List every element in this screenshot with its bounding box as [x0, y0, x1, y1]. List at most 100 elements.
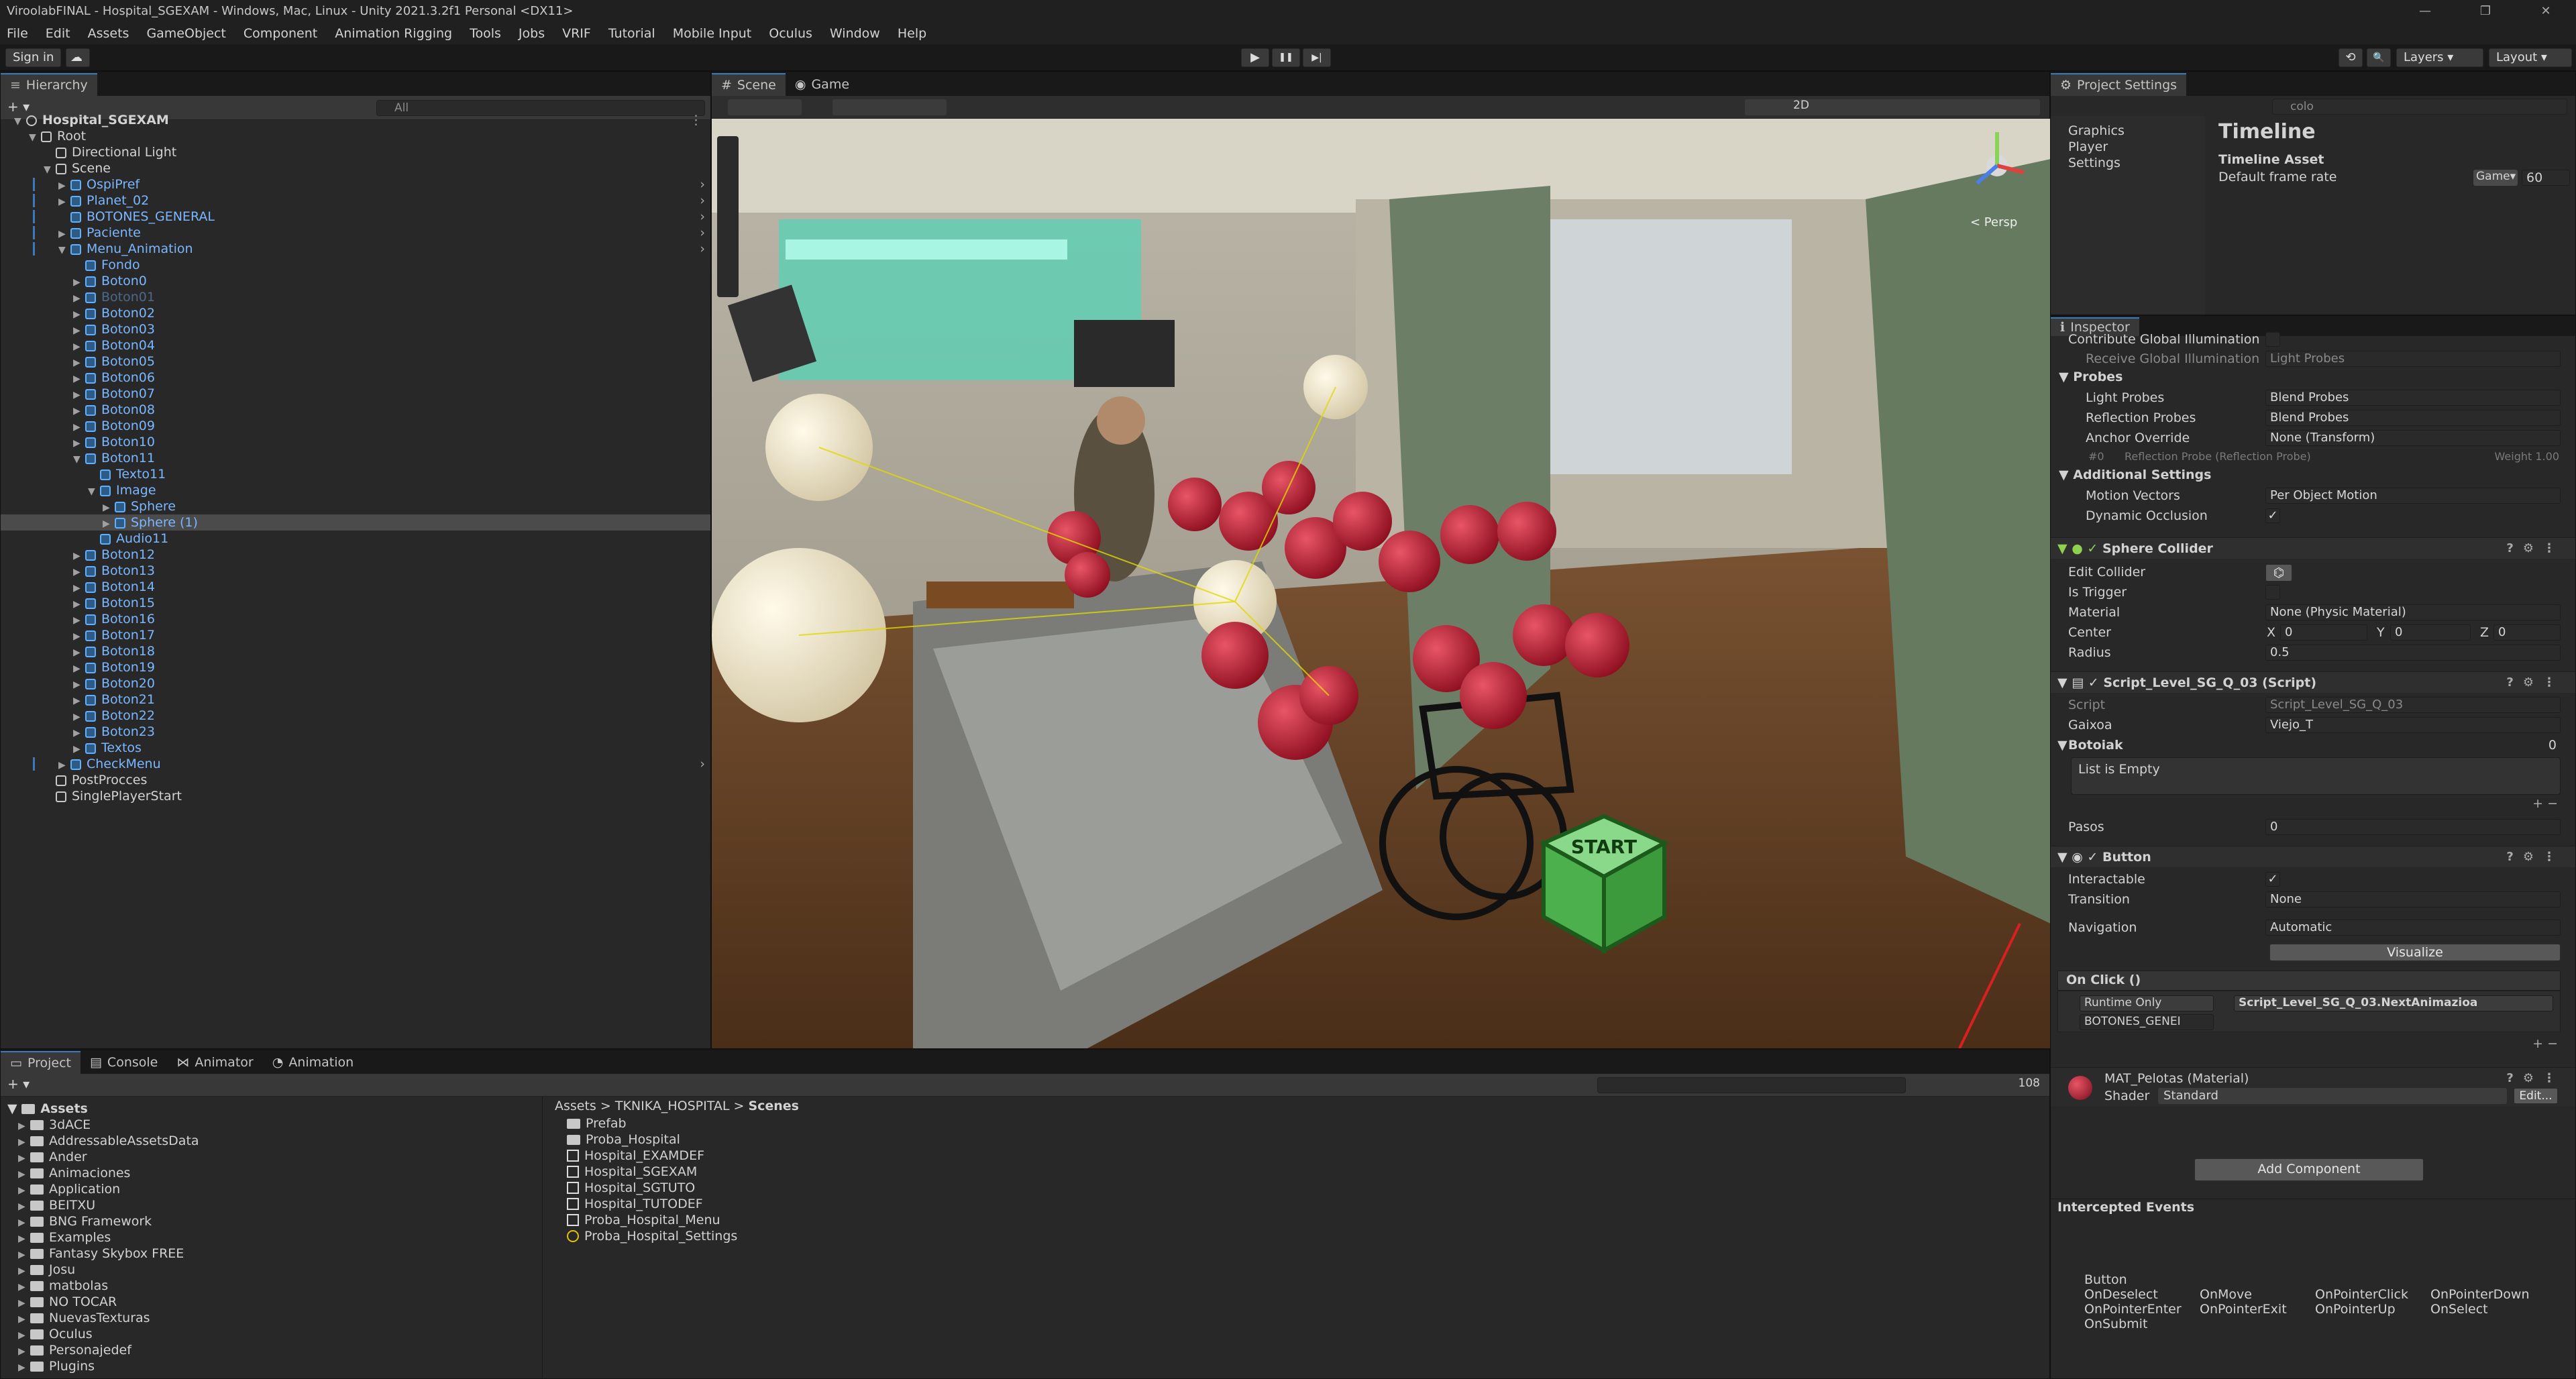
draw-mode-dropdown[interactable]	[728, 99, 802, 115]
tab-animation[interactable]: ◔ Animation	[263, 1051, 363, 1074]
layout-dropdown[interactable]: Layout ▾	[2489, 48, 2572, 67]
sphere-collider-header[interactable]: ▼ ● ✓ Sphere Collider ?⚙⋮	[2051, 537, 2575, 559]
foldout-arrow-icon[interactable]: ▶	[73, 403, 85, 419]
foldout-arrow-icon[interactable]: ▶	[73, 274, 85, 290]
foldout-arrow-icon[interactable]: ▶	[73, 741, 85, 757]
asset-folder[interactable]: ▶ BEITXU	[18, 1197, 95, 1213]
create-asset-dropdown[interactable]: + ▾	[7, 1076, 30, 1092]
2d-toggle[interactable]: 2D	[1793, 99, 1809, 112]
foldout-arrow-icon[interactable]: ▶	[73, 709, 85, 725]
foldout-arrow-icon[interactable]: ▶	[73, 645, 85, 661]
foldout-arrow-icon[interactable]: ▶	[73, 628, 85, 645]
function-dropdown[interactable]: Script_Level_SG_Q_03.NextAnimazioa	[2234, 995, 2553, 1011]
hierarchy-item[interactable]: ▶ Boton04	[1, 337, 710, 353]
button-menu-icon[interactable]: ?⚙⋮	[2506, 846, 2565, 868]
hierarchy-item[interactable]: ▶ Boton09	[1, 418, 710, 434]
menu-item-vrif[interactable]: VRIF	[562, 23, 591, 44]
foldout-arrow-icon[interactable]: ▶	[18, 1150, 30, 1166]
foldout-arrow-icon[interactable]: ▼	[29, 129, 41, 146]
shader-edit-button[interactable]: Edit...	[2514, 1088, 2558, 1104]
foldout-arrow-icon[interactable]: ▶	[18, 1134, 30, 1150]
onclick-add-remove[interactable]: + −	[2532, 1036, 2558, 1051]
breadcrumb-scenes[interactable]: Scenes	[748, 1099, 799, 1113]
hierarchy-item[interactable]: ▶ Boton03	[1, 321, 710, 337]
foldout-arrow-icon[interactable]: ▼	[88, 484, 100, 500]
foldout-arrow-icon[interactable]: ▶	[18, 1263, 30, 1279]
menu-item-mobile-input[interactable]: Mobile Input	[673, 23, 752, 44]
minimize-button[interactable]: —	[2395, 0, 2455, 23]
center-y-input[interactable]: 0	[2390, 624, 2471, 641]
hierarchy-item[interactable]: ▼ Scene	[1, 160, 710, 176]
motion-vectors-dropdown[interactable]: Per Object Motion	[2265, 488, 2561, 504]
asset-folder[interactable]: ▶ Josu	[18, 1262, 75, 1278]
scene-view-options[interactable]	[1745, 99, 2040, 115]
asset-folder[interactable]: ▶ 3dACE	[18, 1117, 91, 1133]
hierarchy-item[interactable]: ▶ Boton0	[1, 273, 710, 289]
menu-item-help[interactable]: Help	[898, 23, 926, 44]
foldout-arrow-icon[interactable]: ▶	[58, 178, 70, 194]
material-menu-icon[interactable]: ?⚙⋮	[2506, 1068, 2565, 1089]
script-menu-icon[interactable]: ?⚙⋮	[2506, 672, 2565, 694]
hierarchy-item[interactable]: Texto11	[1, 466, 710, 482]
hierarchy-item[interactable]: ▶ CheckMenu ›	[1, 756, 710, 772]
hierarchy-item[interactable]: ▶ Boton10	[1, 434, 710, 450]
runtime-dropdown[interactable]: Runtime Only	[2080, 995, 2214, 1011]
scene-menu-icon[interactable]: ⋮	[690, 112, 702, 128]
menu-item-tutorial[interactable]: Tutorial	[608, 23, 655, 44]
prefab-open-icon[interactable]: ›	[700, 241, 705, 257]
button-component-header[interactable]: ▼ ◉ ✓ Button ?⚙⋮	[2051, 846, 2575, 867]
asset-file[interactable]: Prefab	[567, 1115, 627, 1132]
asset-folder[interactable]: ▶ Ander	[18, 1149, 87, 1165]
foldout-arrow-icon[interactable]: ▶	[73, 419, 85, 435]
hierarchy-item[interactable]: ▶ Boton07	[1, 386, 710, 402]
foldout-arrow-icon[interactable]: ▶	[73, 596, 85, 612]
hierarchy-item[interactable]: ▶ Boton23	[1, 724, 710, 740]
prefab-open-icon[interactable]: ›	[700, 756, 705, 772]
foldout-arrow-icon[interactable]: ▶	[73, 371, 85, 387]
foldout-arrow-icon[interactable]: ▶	[18, 1311, 30, 1327]
frame-rate-input[interactable]: 60	[2522, 170, 2570, 186]
hierarchy-item[interactable]: BOTONES_GENERAL ›	[1, 209, 710, 225]
foldout-arrow-icon[interactable]: ▶	[18, 1247, 30, 1263]
navigation-dropdown[interactable]: Automatic	[2265, 920, 2561, 936]
hierarchy-item[interactable]: SinglePlayerStart	[1, 788, 710, 804]
project-search-input[interactable]	[1597, 1077, 1906, 1093]
hierarchy-item[interactable]: ▶ Boton22	[1, 708, 710, 724]
dynamic-occlusion-checkbox[interactable]: ✓	[2265, 508, 2280, 523]
hierarchy-item[interactable]: ▶ Sphere (1)	[1, 514, 710, 531]
hierarchy-item[interactable]: ▶ Boton05	[1, 353, 710, 370]
reflection-probes-dropdown[interactable]: Blend Probes	[2265, 410, 2561, 426]
hierarchy-item[interactable]: Fondo	[1, 257, 710, 273]
foldout-arrow-icon[interactable]: ▶	[58, 194, 70, 210]
asset-folder[interactable]: ▶ Application	[18, 1181, 120, 1197]
hierarchy-item[interactable]: ▶ Sphere	[1, 498, 710, 514]
hierarchy-item[interactable]: ▶ Planet_02 ›	[1, 192, 710, 209]
script-component-header[interactable]: ▼ ▤ ✓ Script_Level_SG_Q_03 (Script) ?⚙⋮	[2051, 671, 2575, 693]
foldout-arrow-icon[interactable]: ▼	[58, 242, 70, 258]
foldout-arrow-icon[interactable]: ▶	[58, 757, 70, 773]
hierarchy-item[interactable]: ▶ Boton13	[1, 563, 710, 579]
asset-folder[interactable]: ▶ Plugins	[18, 1358, 95, 1374]
foldout-arrow-icon[interactable]: ▼	[73, 451, 85, 467]
foldout-arrow-icon[interactable]: ▶	[18, 1118, 30, 1134]
asset-file[interactable]: Hospital_SGEXAM	[567, 1164, 697, 1180]
tab-hierarchy[interactable]: ≡ Hierarchy	[1, 73, 97, 96]
asset-file[interactable]: Hospital_SGTUTO	[567, 1180, 695, 1196]
component-menu-icon[interactable]: ?⚙⋮	[2506, 538, 2565, 559]
prefab-open-icon[interactable]: ›	[700, 209, 705, 225]
foldout-arrow-icon[interactable]: ▶	[18, 1199, 30, 1215]
foldout-arrow-icon[interactable]: ▶	[18, 1360, 30, 1376]
settings-search-input[interactable]: colo	[2272, 99, 2567, 115]
foldout-arrow-icon[interactable]: ▶	[73, 693, 85, 709]
foldout-arrow-icon[interactable]: ▶	[18, 1182, 30, 1199]
contribute-gi-checkbox[interactable]	[2265, 332, 2280, 347]
material-header[interactable]: MAT_Pelotas (Material) ?⚙⋮ Shader Standa…	[2051, 1067, 2575, 1106]
asset-file[interactable]: Proba_Hospital_Menu	[567, 1212, 720, 1228]
radius-input[interactable]: 0.5	[2265, 645, 2561, 661]
hierarchy-item[interactable]: ▼ Boton11	[1, 450, 710, 466]
hierarchy-item[interactable]: Audio11	[1, 531, 710, 547]
maximize-button[interactable]: ❐	[2455, 0, 2516, 23]
hierarchy-item[interactable]: ▶ OspiPref ›	[1, 176, 710, 192]
hierarchy-item[interactable]: ▶ Boton15	[1, 595, 710, 611]
tab-scene[interactable]: # Scene	[712, 73, 786, 96]
